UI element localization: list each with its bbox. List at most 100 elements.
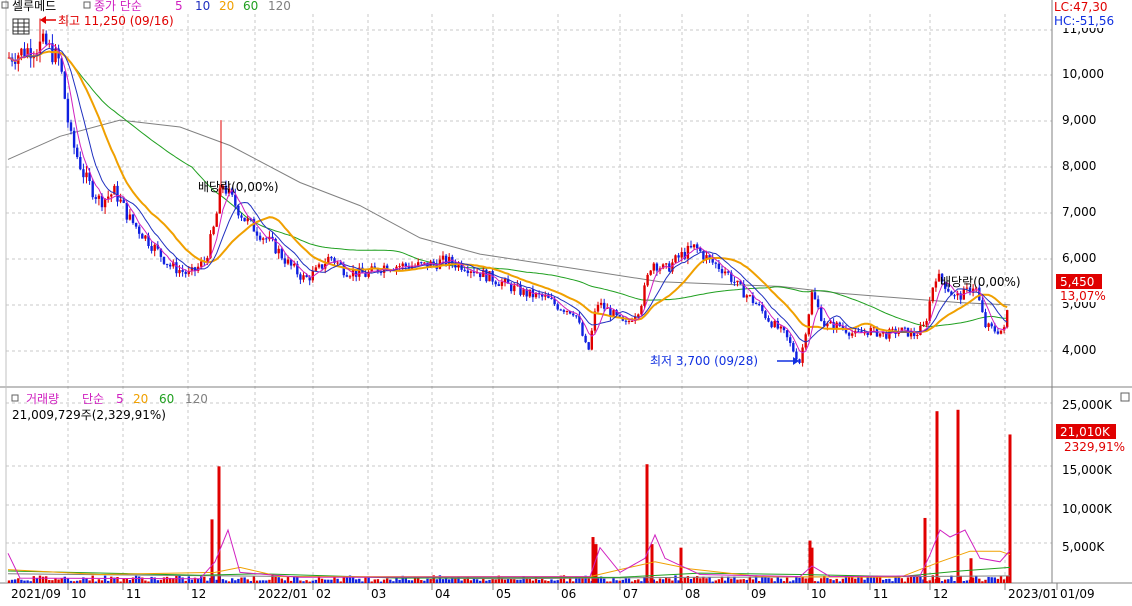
ma10-label: 10 — [195, 0, 210, 13]
candle — [627, 321, 631, 323]
volume-bar — [110, 576, 113, 583]
volume-bar — [57, 579, 60, 583]
volume-bar — [299, 580, 302, 583]
candle — [987, 323, 990, 328]
volume-bar — [252, 575, 256, 583]
volume-bar — [609, 581, 612, 583]
volume-bar — [645, 464, 649, 583]
candle — [587, 342, 590, 350]
volume-bar — [463, 578, 466, 583]
volume-bar — [35, 578, 39, 583]
candle — [934, 281, 938, 288]
volume-bar — [606, 581, 609, 583]
volume-bar — [398, 579, 401, 583]
volume-pct-tag: 2329,91% — [1064, 440, 1125, 454]
x-tick: 10 — [811, 587, 826, 601]
volume-bar — [54, 578, 57, 583]
candle — [733, 281, 736, 283]
candle — [63, 71, 66, 99]
volume-bar — [655, 581, 659, 583]
y-tick: 4,000 — [1062, 343, 1096, 357]
vol-ma5-label: 5 — [116, 392, 124, 406]
volume-bar — [379, 581, 383, 583]
candle — [293, 263, 296, 266]
volume-bar — [240, 577, 243, 583]
volume-bar — [246, 579, 249, 583]
candle — [302, 275, 305, 280]
volume-bar — [63, 576, 66, 583]
volume-bar — [816, 581, 820, 583]
volume-bar — [23, 580, 26, 583]
candle — [562, 310, 566, 312]
candle — [82, 169, 85, 178]
x-tick: 11 — [126, 587, 141, 601]
volume-bar — [7, 580, 11, 583]
candle — [144, 235, 147, 239]
panel-toggle-icon[interactable] — [1120, 392, 1130, 402]
volume-bar — [544, 580, 547, 583]
volume-bar — [683, 577, 686, 583]
candle — [993, 326, 996, 332]
dividend-label: 배당락(0,00%) — [940, 275, 1021, 289]
volume-bar — [426, 578, 429, 583]
volume-bar — [637, 579, 640, 583]
volume-bar — [122, 578, 125, 583]
vol-ma20-label: 20 — [133, 392, 148, 406]
volume-bar — [923, 517, 927, 583]
volume-bar — [26, 580, 29, 583]
volume-bar — [342, 577, 345, 583]
candle — [795, 351, 798, 360]
volume-bar — [739, 579, 742, 583]
y-tick: 6,000 — [1062, 251, 1096, 265]
table-icon[interactable] — [12, 18, 30, 35]
candle — [20, 48, 23, 56]
volume-bar — [959, 575, 962, 583]
candle — [550, 298, 553, 300]
candle — [348, 276, 352, 278]
volume-bar — [810, 547, 814, 583]
candle — [330, 256, 333, 259]
ma120-label: 120 — [268, 0, 291, 13]
volume-bar — [69, 580, 73, 583]
volume-tag-text: 21,010K — [1060, 425, 1111, 439]
candle — [717, 263, 721, 270]
x-tick: 02 — [316, 587, 331, 601]
volume-bar — [742, 579, 745, 583]
volume-bar — [206, 580, 209, 583]
volume-bar — [100, 580, 104, 583]
candle — [692, 244, 696, 248]
candle — [748, 295, 752, 297]
candle — [79, 157, 82, 170]
low-label: 최저 3,700 (09/28) — [650, 354, 758, 368]
candle — [916, 335, 919, 337]
x-tick: 2023/01 — [1008, 587, 1058, 601]
volume-bar — [429, 579, 432, 583]
volume-bar — [841, 578, 845, 583]
candle — [996, 331, 1000, 334]
candle — [519, 284, 522, 295]
candle — [649, 270, 652, 275]
candle — [23, 48, 26, 57]
x-tick: 06 — [561, 587, 576, 601]
candle — [677, 255, 680, 258]
candle — [345, 275, 349, 277]
candle — [364, 273, 367, 277]
candle — [767, 318, 770, 322]
volume-bar — [20, 579, 23, 583]
volume-bar — [38, 575, 42, 583]
volume-bar — [906, 577, 910, 583]
volume-bar — [661, 579, 665, 583]
volume-bar — [330, 579, 333, 583]
candle — [1006, 310, 1009, 328]
candle — [764, 311, 767, 319]
volume-bar — [351, 577, 355, 583]
candle — [258, 235, 262, 240]
candle — [953, 295, 956, 297]
candle — [153, 244, 156, 251]
candle — [696, 244, 699, 249]
volume-bar — [150, 576, 153, 583]
volume-bar — [479, 580, 482, 583]
volume-bar — [863, 579, 866, 583]
volume-bar — [531, 580, 535, 583]
volume-bar — [128, 580, 132, 583]
